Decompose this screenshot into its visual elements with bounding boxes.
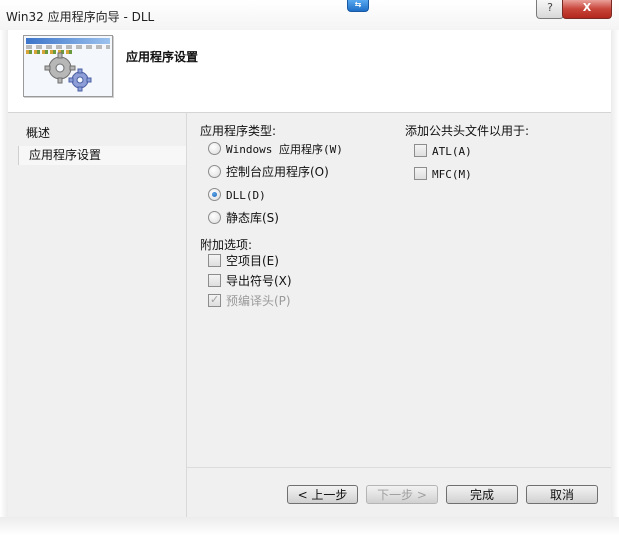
gears-icon (44, 52, 92, 92)
wizard-nav: 概述 应用程序设置 (8, 113, 189, 517)
checkbox-indicator[interactable] (414, 167, 427, 180)
option-label: MFC(M) (432, 168, 472, 181)
nav-item-app-settings[interactable]: 应用程序设置 (18, 146, 189, 165)
next-button: 下一步 > (366, 485, 438, 504)
help-button[interactable]: ? (536, 0, 564, 19)
checkbox-empty-project[interactable]: 空项目(E) (208, 254, 279, 270)
title-bar[interactable]: Win32 应用程序向导 - DLL ⇆ ? X (0, 0, 619, 30)
option-label: ATL(A) (432, 145, 472, 158)
checkbox-indicator[interactable] (208, 274, 221, 287)
wizard-header: 应用程序设置 (8, 30, 611, 112)
nav-item-overview[interactable]: 概述 (26, 124, 50, 141)
option-label: DLL(D) (226, 189, 266, 202)
radio-indicator[interactable] (208, 142, 221, 155)
window-title: Win32 应用程序向导 - DLL (6, 10, 155, 24)
radio-indicator[interactable] (208, 188, 221, 201)
settings-panel: 应用程序类型: Windows 应用程序(W) 控制台应用程序(O) DLL(D… (187, 113, 611, 517)
mini-window-titlebar (26, 38, 110, 44)
checkbox-precompiled-header: 预编译头(P) (208, 292, 291, 310)
option-label: 控制台应用程序(O) (226, 165, 329, 179)
radio-static-lib[interactable]: 静态库(S) (208, 211, 279, 227)
checkbox-mfc[interactable]: MFC(M) (414, 167, 472, 183)
wizard-window: Win32 应用程序向导 - DLL ⇆ ? X 应用程序设置 概述 应用程序设… (0, 0, 619, 536)
radio-indicator[interactable] (208, 165, 221, 178)
prev-button[interactable]: < 上一步 (287, 485, 358, 504)
close-button[interactable]: X (562, 0, 612, 19)
checkbox-indicator[interactable] (414, 144, 427, 157)
option-label: 预编译头(P) (226, 294, 291, 308)
option-label: 导出符号(X) (226, 274, 292, 288)
checkbox-atl[interactable]: ATL(A) (414, 144, 472, 160)
option-label: 静态库(S) (226, 211, 279, 225)
window-frame-right (611, 30, 619, 517)
checkbox-indicator[interactable] (208, 254, 221, 267)
checkbox-export-symbols[interactable]: 导出符号(X) (208, 274, 292, 290)
extra-options-label: 附加选项: (200, 238, 253, 252)
finish-button[interactable]: 完成 (446, 485, 518, 504)
option-label: Windows 应用程序(W) (226, 143, 343, 156)
transfer-badge-icon: ⇆ (347, 0, 369, 12)
checkbox-indicator (208, 292, 221, 307)
footer-divider (187, 467, 611, 468)
option-label: 空项目(E) (226, 254, 279, 268)
cancel-button[interactable]: 取消 (526, 485, 598, 504)
radio-windows-app[interactable]: Windows 应用程序(W) (208, 142, 343, 158)
common-headers-label: 添加公共头文件以用于: (405, 124, 530, 138)
wizard-banner-image (23, 35, 113, 97)
app-type-label: 应用程序类型: (200, 124, 277, 138)
radio-console-app[interactable]: 控制台应用程序(O) (208, 165, 329, 181)
radio-dll[interactable]: DLL(D) (208, 188, 266, 204)
mini-window-menu (26, 45, 110, 49)
page-title: 应用程序设置 (126, 50, 199, 64)
window-frame-bottom (0, 517, 619, 536)
window-frame-left (0, 30, 8, 517)
radio-indicator[interactable] (208, 211, 221, 224)
